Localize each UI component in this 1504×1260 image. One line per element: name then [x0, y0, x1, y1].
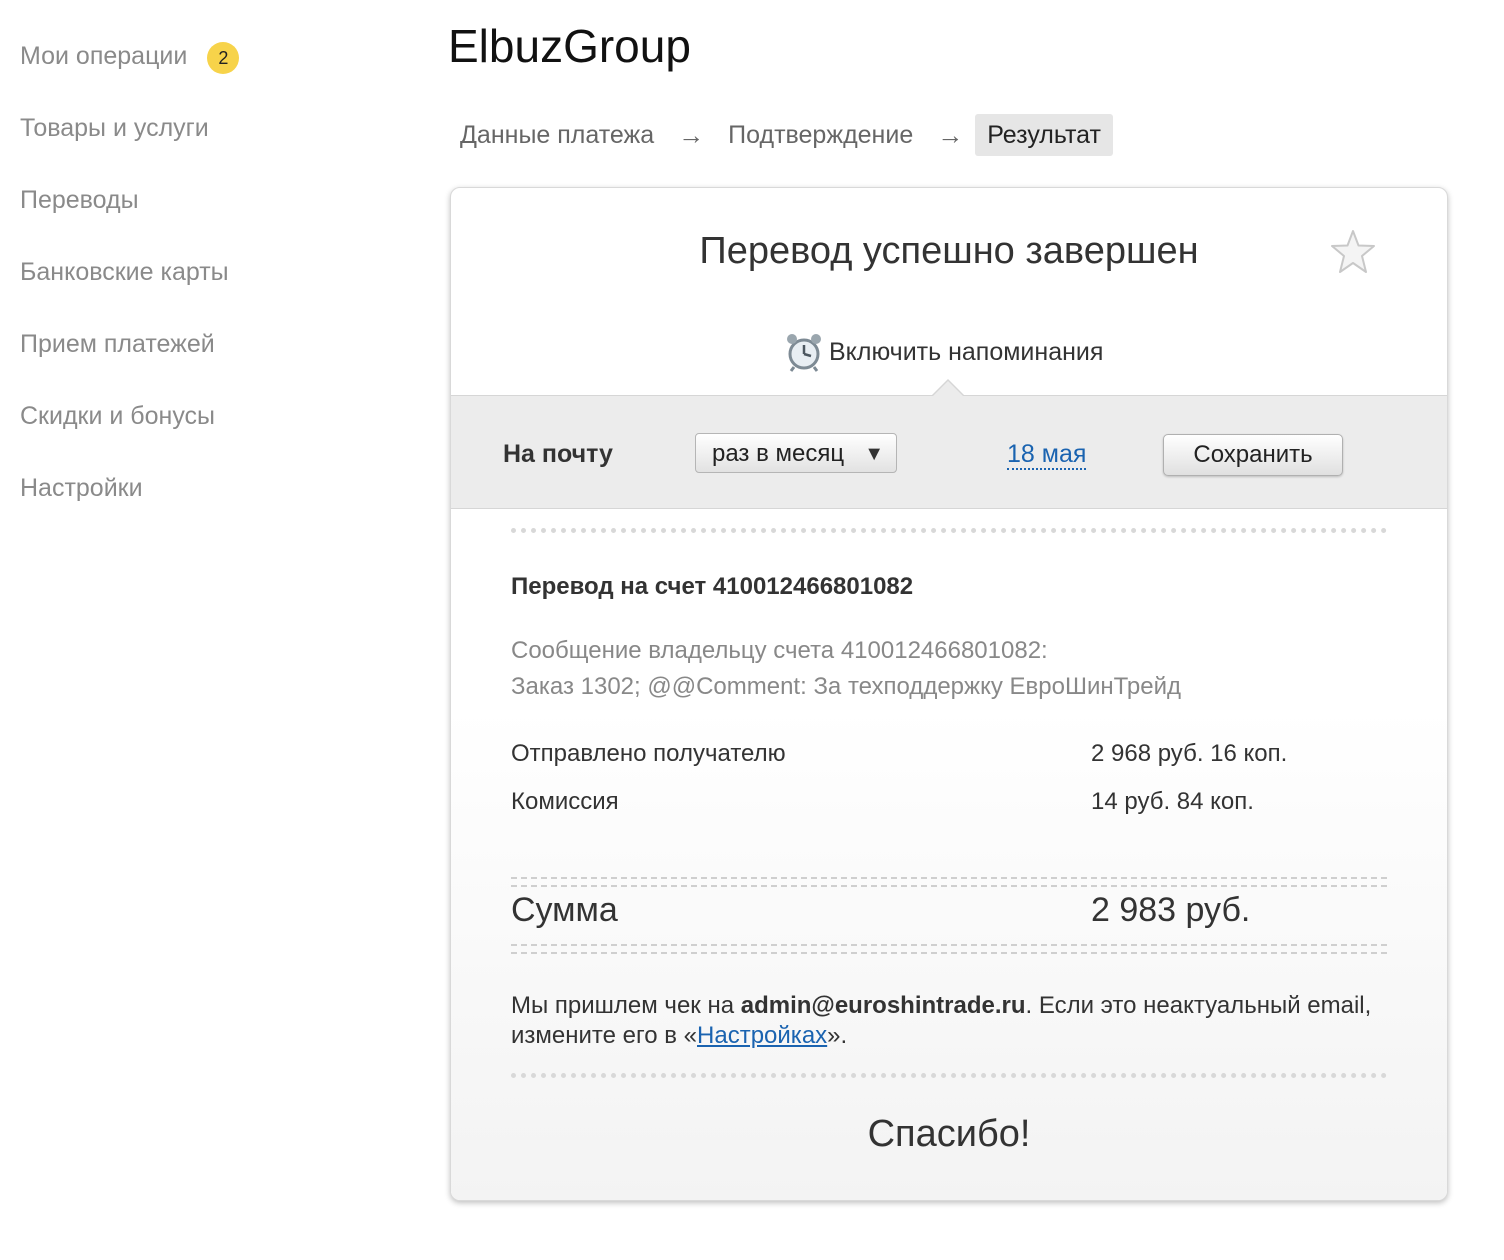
sidebar-item-settings[interactable]: Настройки	[20, 470, 400, 542]
divider	[511, 1073, 1387, 1078]
divider	[511, 877, 1387, 887]
sidebar-item-discounts-bonuses[interactable]: Скидки и бонусы	[20, 398, 400, 470]
total-value: 2 983 руб.	[1091, 891, 1251, 929]
commission-label: Комиссия	[511, 788, 619, 815]
step-confirmation: Подтверждение	[728, 121, 914, 149]
frequency-value: раз в месяц	[712, 440, 845, 467]
receipt-text: Мы пришлем чек на	[511, 992, 741, 1019]
commission-row: Комиссия 14 руб. 84 коп.	[511, 788, 1254, 816]
step-result: Результат	[975, 114, 1113, 156]
sidebar-item-label: Переводы	[20, 186, 139, 214]
arrow-right-icon: →	[937, 119, 964, 150]
enable-reminders-button[interactable]: Включить напоминания	[785, 332, 1103, 372]
sidebar-item-accept-payments[interactable]: Прием платежей	[20, 326, 400, 398]
star-icon[interactable]	[1329, 228, 1377, 276]
commission-value: 14 руб. 84 коп.	[1091, 788, 1254, 815]
sidebar-item-label: Банковские карты	[20, 258, 229, 286]
alarm-clock-icon	[787, 334, 821, 372]
reminder-date-link[interactable]: 18 мая	[1007, 440, 1087, 470]
enable-reminders-label: Включить напоминания	[829, 337, 1104, 366]
sidebar-item-operations[interactable]: Мои операции 2	[20, 38, 400, 110]
divider	[511, 528, 1387, 533]
sidebar-item-label: Товары и услуги	[20, 114, 209, 142]
arrow-right-icon: →	[678, 119, 705, 150]
settings-link[interactable]: Настройках	[697, 1022, 827, 1049]
reminder-settings: На почту раз в месяц ▼ 18 мая Сохранить	[451, 379, 1447, 509]
operations-count-badge: 2	[207, 42, 240, 74]
card-title: Перевод успешно завершен	[699, 230, 1199, 272]
owner-message-line: Заказ 1302; @@Comment: За техподдержку Е…	[511, 673, 1182, 700]
sent-row: Отправлено получателю 2 968 руб. 16 коп.	[511, 740, 1287, 768]
receipt-text: ».	[827, 1022, 848, 1049]
step-payment-data: Данные платежа	[460, 121, 655, 149]
sidebar-item-transfers[interactable]: Переводы	[20, 182, 400, 254]
to-mail-label: На почту	[503, 440, 613, 468]
owner-message-line: Сообщение владельцу счета 41001246680108…	[511, 637, 1048, 664]
breadcrumb: Данные платежа → Подтверждение → Результ…	[448, 114, 1113, 156]
divider	[511, 944, 1387, 954]
sidebar: Мои операции 2 Товары и услуги Переводы …	[20, 38, 400, 542]
frequency-select[interactable]: раз в месяц ▼	[695, 433, 897, 473]
sidebar-item-label: Настройки	[20, 474, 143, 502]
sidebar-item-label: Мои операции	[20, 42, 188, 70]
owner-message: Сообщение владельцу счета 41001246680108…	[511, 633, 1181, 705]
sent-label: Отправлено получателю	[511, 740, 786, 767]
sidebar-item-goods-services[interactable]: Товары и услуги	[20, 110, 400, 182]
page-title: ElbuzGroup	[448, 20, 691, 72]
total-row: Сумма 2 983 руб.	[511, 891, 1250, 930]
sidebar-item-label: Прием платежей	[20, 330, 215, 358]
caret-down-icon: ▼	[864, 443, 884, 465]
receipt-email: admin@euroshintrade.ru	[740, 992, 1026, 1019]
sidebar-item-label: Скидки и бонусы	[20, 402, 216, 430]
transfer-account-title: Перевод на счет 410012466801082	[511, 573, 914, 600]
result-card: Перевод успешно завершен Включить напоми…	[450, 187, 1448, 1201]
sidebar-item-bank-cards[interactable]: Банковские карты	[20, 254, 400, 326]
save-button[interactable]: Сохранить	[1163, 434, 1343, 476]
receipt-notice: Мы пришлем чек на admin@euroshintrade.ru…	[511, 991, 1391, 1051]
sent-value: 2 968 руб. 16 коп.	[1091, 740, 1288, 767]
thanks-message: Спасибо!	[867, 1113, 1031, 1155]
total-label: Сумма	[511, 891, 618, 929]
